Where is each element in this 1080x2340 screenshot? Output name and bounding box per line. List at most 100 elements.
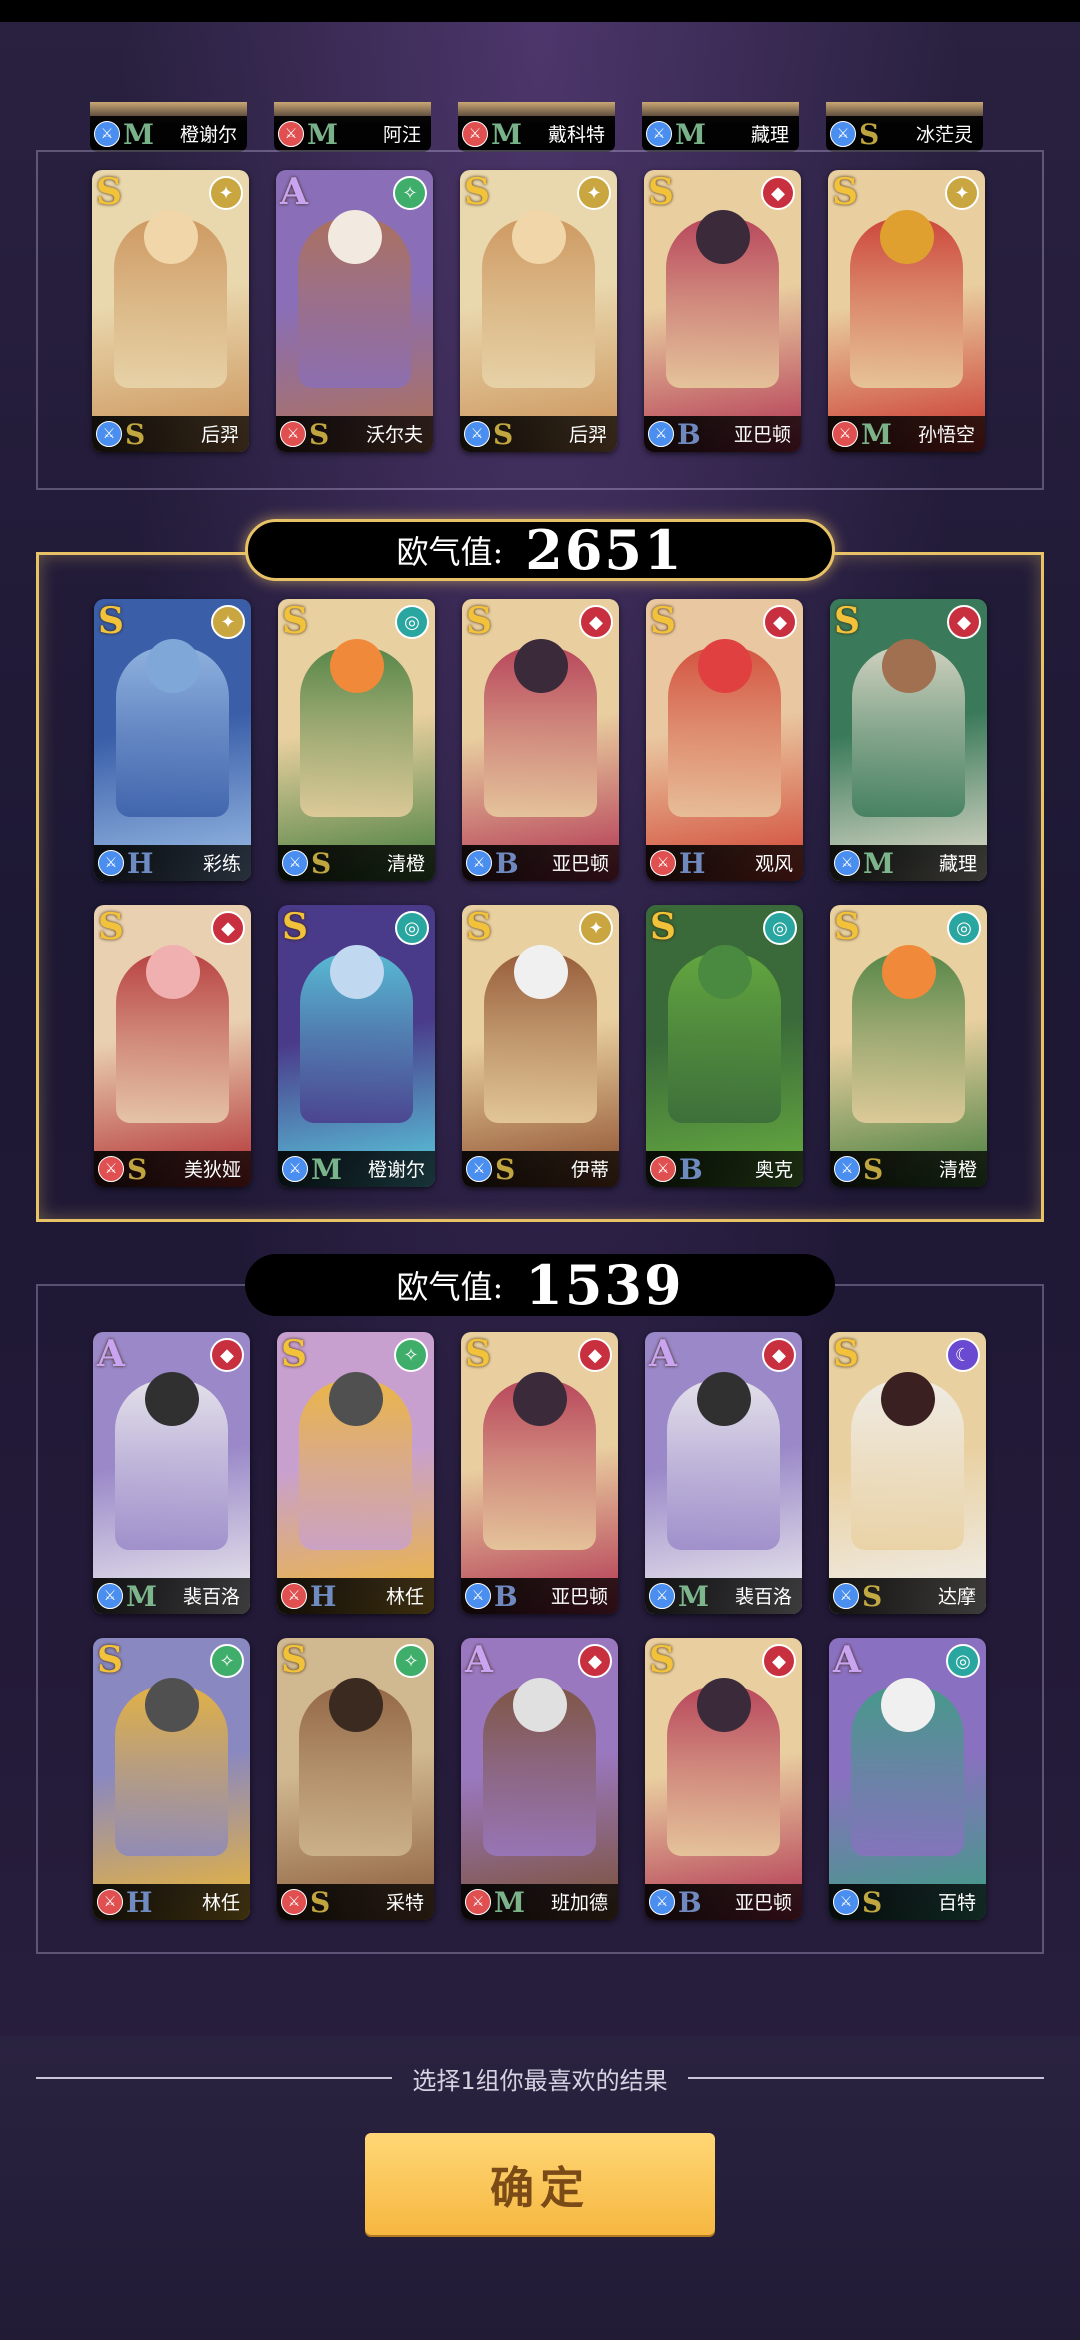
hero-card[interactable]: S ✦ ⚔ M 孙悟空: [828, 170, 985, 452]
tier-letter: H: [127, 846, 154, 880]
hero-name: 冰茫灵: [915, 124, 973, 146]
hero-head: [329, 1678, 383, 1732]
result-group-1[interactable]: 欧气值: 2651 S ✦ ⚔ H 彩练 S ◎ ⚔ S 清橙 S ◆ ⚔ B 亚巴顿 S ◆ ⚔ H 观风 S ◆ ⚔ M 藏…: [36, 518, 1044, 1222]
hero-card[interactable]: S ◎ ⚔ B 奥克: [646, 905, 803, 1187]
wind-element-icon: ✧: [210, 1644, 244, 1678]
class-icon: ⚔: [650, 850, 676, 876]
hero-card[interactable]: S ✦ ⚔ S 后羿: [460, 170, 617, 452]
hero-name: 百特: [937, 1892, 976, 1914]
hero-card[interactable]: A ✧ ⚔ S 沃尔夫: [276, 170, 433, 452]
score-pill: 欧气值: 1539: [245, 1253, 835, 1317]
hero-card[interactable]: S ◆ ⚔ H 观风: [646, 599, 803, 881]
rarity-rank: S: [97, 1639, 123, 1681]
fire-element-icon: ◆: [762, 1338, 796, 1372]
card-grid: A ◆ ⚔ M 裴百洛 S ✧ ⚔ H 林任 S ◆ ⚔ B 亚巴顿 A ◆ ⚔ M 裴百洛 S ☾ ⚔ S 达摩 S ✧ ⚔ H 林任 S…: [93, 1332, 986, 1920]
tier-letter: M: [863, 846, 894, 880]
hero-card[interactable]: S ✧ ⚔ H 林任: [277, 1332, 434, 1614]
hero-name: 美狄娅: [183, 1159, 241, 1181]
hero-card[interactable]: S ◆ ⚔ B 亚巴顿: [644, 170, 801, 452]
tier-letter: B: [678, 1885, 702, 1919]
confirm-button[interactable]: 确定: [365, 2133, 715, 2235]
fire-element-icon: ◆: [763, 605, 797, 639]
hero-name: 戴科特: [547, 124, 605, 146]
hero-head: [514, 639, 568, 693]
class-icon: ⚔: [466, 1156, 492, 1182]
hero-name: 林任: [385, 1586, 424, 1608]
class-icon: ⚔: [94, 121, 120, 147]
hero-card[interactable]: ⚔ M 橙谢尔: [90, 102, 247, 152]
score-value: 1539: [525, 1253, 684, 1317]
class-icon: ⚔: [834, 850, 860, 876]
hero-name: 孙悟空: [917, 424, 975, 446]
class-icon: ⚔: [462, 121, 488, 147]
hero-name: 班加德: [550, 1892, 608, 1914]
hero-card[interactable]: S ◆ ⚔ B 亚巴顿: [462, 599, 619, 881]
rarity-rank: S: [650, 906, 676, 948]
rarity-rank: S: [98, 600, 124, 642]
hero-card[interactable]: S ☾ ⚔ S 达摩: [829, 1332, 986, 1614]
hero-card[interactable]: S ✧ ⚔ S 采特: [277, 1638, 434, 1920]
hero-card[interactable]: ⚔ S 冰茫灵: [826, 102, 983, 152]
hero-card[interactable]: S ✦ ⚔ S 后羿: [92, 170, 249, 452]
result-group-2[interactable]: 欧气值: 1539 A ◆ ⚔ M 裴百洛 S ✧ ⚔ H 林任 S ◆ ⚔ B 亚巴顿 A ◆ ⚔ M 裴百洛 S ☾ ⚔…: [36, 1253, 1044, 1954]
rarity-rank: S: [281, 1639, 307, 1681]
hero-name: 清橙: [938, 1159, 977, 1181]
fire-element-icon: ◆: [210, 1338, 244, 1372]
water-element-icon: ◎: [395, 911, 429, 945]
hero-name: 清橙: [386, 853, 425, 875]
hero-card[interactable]: S ✧ ⚔ H 林任: [93, 1638, 250, 1920]
hero-card[interactable]: S ◆ ⚔ M 藏理: [830, 599, 987, 881]
status-bar: [0, 0, 1080, 22]
tier-letter: S: [493, 417, 514, 451]
rarity-rank: S: [281, 1333, 307, 1375]
tier-letter: M: [491, 117, 522, 151]
hero-card[interactable]: S ◎ ⚔ S 清橙: [278, 599, 435, 881]
class-icon: ⚔: [464, 421, 490, 447]
fire-element-icon: ◆: [578, 1644, 612, 1678]
hero-card[interactable]: S ◆ ⚔ S 美狄娅: [94, 905, 251, 1187]
class-icon: ⚔: [650, 1156, 676, 1182]
hero-head: [882, 639, 936, 693]
class-icon: ⚔: [466, 850, 492, 876]
hero-name: 亚巴顿: [734, 1892, 792, 1914]
hero-card[interactable]: S ◎ ⚔ S 清橙: [830, 905, 987, 1187]
tier-letter: M: [311, 1152, 342, 1186]
tier-letter: H: [310, 1579, 337, 1613]
score-label: 欧气值:: [396, 533, 504, 571]
class-icon: ⚔: [649, 1889, 675, 1915]
rarity-rank: A: [649, 1333, 677, 1375]
hero-head: [698, 639, 752, 693]
rarity-rank: S: [98, 906, 124, 948]
hero-card[interactable]: S ◆ ⚔ B 亚巴顿: [645, 1638, 802, 1920]
hero-card[interactable]: A ◆ ⚔ M 裴百洛: [93, 1332, 250, 1614]
hero-card[interactable]: A ◆ ⚔ M 班加德: [461, 1638, 618, 1920]
hero-card[interactable]: S ✦ ⚔ S 伊蒂: [462, 905, 619, 1187]
hero-card[interactable]: ⚔ M 戴科特: [458, 102, 615, 152]
card-grid: S ✦ ⚔ H 彩练 S ◎ ⚔ S 清橙 S ◆ ⚔ B 亚巴顿 S ◆ ⚔ H 观风 S ◆ ⚔ M 藏理 S ◆ ⚔ S 美狄娅 S ◎…: [94, 599, 987, 1187]
class-icon: ⚔: [833, 1889, 859, 1915]
class-icon: ⚔: [96, 421, 122, 447]
class-icon: ⚔: [98, 850, 124, 876]
hero-name: 沃尔夫: [365, 424, 423, 446]
result-group-0[interactable]: S ✦ ⚔ S 后羿 A ✧ ⚔ S 沃尔夫 S ✦ ⚔ S 后羿 S ◆ ⚔ B 亚巴顿 S ✦ ⚔ M 孙悟空: [36, 150, 1044, 490]
hero-card[interactable]: A ◎ ⚔ S 百特: [829, 1638, 986, 1920]
hero-head: [146, 945, 200, 999]
class-icon: ⚔: [278, 121, 304, 147]
fire-element-icon: ◆: [762, 1644, 796, 1678]
light-element-icon: ✦: [209, 176, 243, 210]
light-element-icon: ✦: [579, 911, 613, 945]
hero-card[interactable]: ⚔ M 阿汪: [274, 102, 431, 152]
fire-element-icon: ◆: [578, 1338, 612, 1372]
hero-card[interactable]: S ◎ ⚔ M 橙谢尔: [278, 905, 435, 1187]
class-icon: ⚔: [97, 1583, 123, 1609]
hero-card[interactable]: ⚔ M 藏理: [642, 102, 799, 152]
class-icon: ⚔: [280, 421, 306, 447]
score-value: 2651: [525, 518, 684, 582]
rarity-rank: S: [832, 171, 858, 213]
hero-card[interactable]: A ◆ ⚔ M 裴百洛: [645, 1332, 802, 1614]
tier-letter: M: [494, 1885, 525, 1919]
class-icon: ⚔: [830, 121, 856, 147]
hero-card[interactable]: S ◆ ⚔ B 亚巴顿: [461, 1332, 618, 1614]
tier-letter: S: [862, 1579, 883, 1613]
hero-card[interactable]: S ✦ ⚔ H 彩练: [94, 599, 251, 881]
